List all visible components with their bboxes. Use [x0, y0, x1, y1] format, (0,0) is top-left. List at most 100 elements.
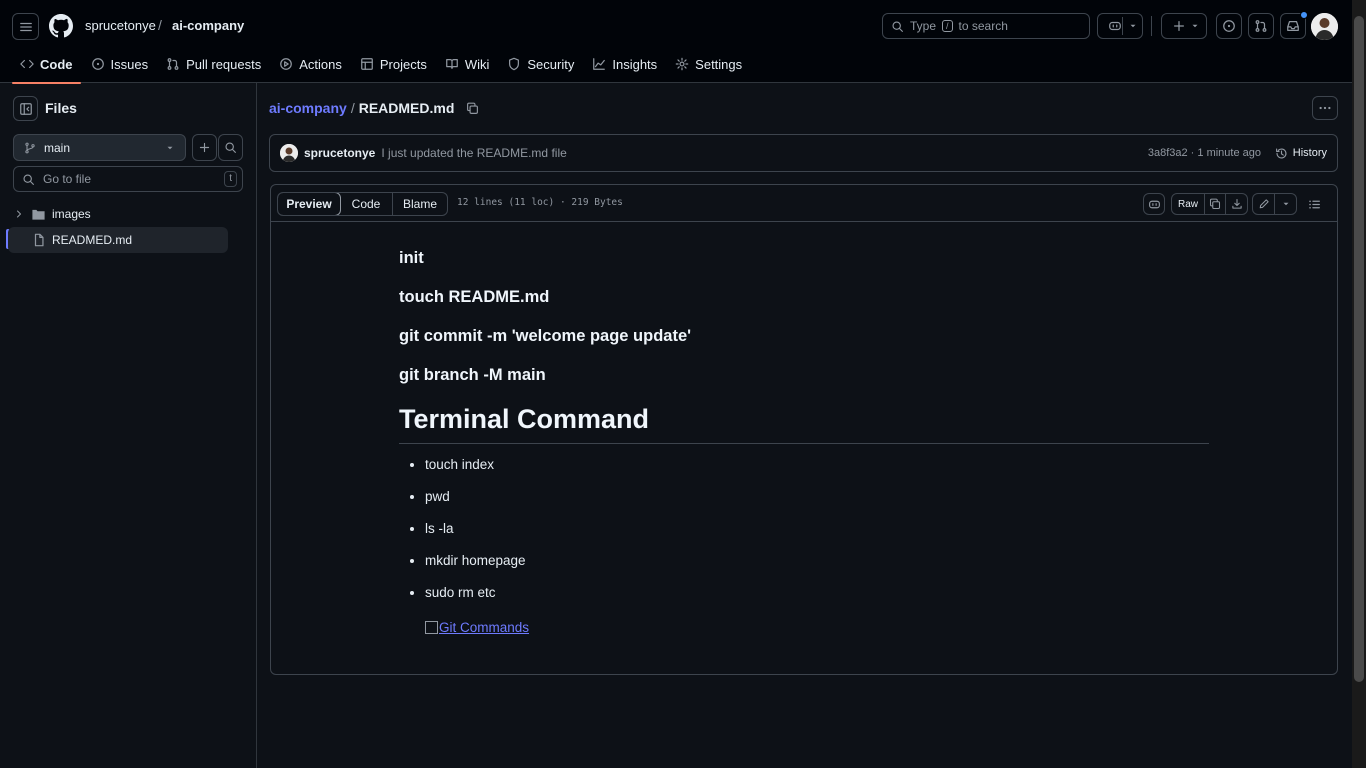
list-item: ls -la: [425, 521, 526, 553]
chevron-down-icon: [1192, 24, 1198, 28]
tab-label: Wiki: [464, 56, 490, 72]
file-path-breadcrumb: ai-company / READMED.md: [269, 100, 479, 116]
md-heading: git branch -M main: [399, 366, 546, 384]
create-new-button[interactable]: [1161, 13, 1207, 39]
tab-settings[interactable]: Settings: [667, 50, 750, 78]
go-to-file-placeholder: Go to file: [43, 172, 92, 186]
issue-icon: [91, 58, 104, 70]
tab-issues[interactable]: Issues: [83, 50, 157, 78]
tab-label: Issues: [110, 56, 149, 72]
repo-nav: Code Issues Pull requests Actions Projec…: [12, 50, 752, 84]
list-item: mkdir homepage: [425, 553, 526, 585]
sidebar-collapse-icon: [19, 102, 32, 115]
search-files-button[interactable]: [218, 134, 243, 161]
pull-requests-button[interactable]: [1248, 13, 1274, 39]
path-file-name: READMED.md: [358, 100, 455, 116]
tab-blame[interactable]: Blame: [392, 193, 447, 215]
path-repo-link[interactable]: ai-company: [269, 100, 347, 116]
search-icon: [892, 20, 903, 32]
history-label: History: [1292, 147, 1327, 159]
outline-button[interactable]: [1303, 193, 1325, 215]
go-to-file-input[interactable]: Go to file t: [13, 166, 243, 192]
tab-code-view[interactable]: Code: [340, 193, 392, 215]
commit-author-avatar[interactable]: [280, 144, 298, 162]
md-title: Terminal Command: [399, 404, 650, 434]
scrollbar-thumb[interactable]: [1354, 16, 1364, 682]
github-logo-icon[interactable]: [49, 14, 73, 38]
tree-item-file[interactable]: READMED.md: [8, 227, 228, 253]
list-item: touch index: [425, 457, 526, 489]
user-avatar[interactable]: [1311, 13, 1338, 40]
edit-actions-group: [1252, 193, 1297, 215]
history-icon: [1275, 147, 1287, 159]
copilot-ask-button[interactable]: [1143, 193, 1165, 215]
tab-actions[interactable]: Actions: [271, 50, 350, 78]
global-header: sprucetonye / ai-company Type / to searc…: [0, 0, 1352, 84]
tab-label: Projects: [379, 56, 427, 72]
issues-button[interactable]: [1216, 13, 1242, 39]
copilot-button[interactable]: [1097, 13, 1143, 39]
download-icon: [1231, 198, 1242, 209]
tab-insights[interactable]: Insights: [584, 50, 665, 78]
md-heading: git commit -m 'welcome page update': [399, 327, 692, 345]
add-file-button[interactable]: [192, 134, 217, 161]
git-branch-icon: [25, 142, 35, 153]
git-commands-image-link[interactable]: Git Commands: [425, 620, 529, 635]
list-unordered-icon: [1308, 199, 1320, 209]
history-button[interactable]: History: [1275, 147, 1327, 160]
file-toolbar: Preview Code Blame 12 lines (11 loc) · 2…: [271, 185, 1337, 222]
search-placeholder-start: Type: [910, 19, 937, 33]
tab-label: Code: [40, 56, 73, 72]
avatar-image: [1311, 13, 1338, 40]
file-stats: 12 lines (11 loc) · 219 Bytes: [457, 197, 623, 208]
broken-image-icon: [425, 621, 438, 634]
avatar-image: [280, 144, 298, 162]
breadcrumb-separator: /: [158, 17, 162, 33]
inbox-button[interactable]: [1280, 11, 1308, 39]
play-icon: [280, 58, 293, 70]
chevron-right-icon[interactable]: [13, 208, 25, 220]
pull-request-icon: [167, 58, 179, 70]
copy-raw-button[interactable]: [1205, 194, 1226, 214]
md-list: touch index pwd ls -la mkdir homepage su…: [425, 457, 526, 617]
tab-code[interactable]: Code: [12, 50, 81, 84]
commit-author[interactable]: sprucetonye: [304, 146, 375, 160]
branch-selector[interactable]: main: [13, 134, 186, 161]
file-tree-sidebar: Files main Go to file t images READMED.m…: [0, 83, 257, 768]
commit-meta[interactable]: 3a8f3a2 · 1 minute ago: [1148, 147, 1261, 159]
copy-icon[interactable]: [466, 102, 479, 115]
pencil-icon: [1259, 199, 1269, 209]
chevron-down-icon: [167, 146, 173, 149]
download-button[interactable]: [1226, 194, 1247, 214]
file-viewer: Preview Code Blame 12 lines (11 loc) · 2…: [270, 184, 1338, 675]
more-options-button[interactable]: [1312, 96, 1338, 120]
inbox-icon: [1287, 21, 1299, 31]
tab-label: Actions: [299, 56, 342, 72]
view-mode-switch: Preview Code Blame: [277, 192, 448, 216]
menu-button[interactable]: [12, 13, 39, 40]
commit-message[interactable]: I just updated the README.md file: [381, 146, 566, 160]
hamburger-icon: [19, 22, 32, 31]
path-separator: /: [350, 100, 355, 116]
tab-wiki[interactable]: Wiki: [437, 50, 498, 78]
tab-security[interactable]: Security: [499, 50, 582, 78]
tab-projects[interactable]: Projects: [352, 50, 435, 78]
search-input[interactable]: Type / to search: [882, 13, 1090, 39]
copilot-icon: [1148, 200, 1160, 208]
tab-preview[interactable]: Preview: [278, 193, 341, 215]
page-scrollbar[interactable]: [1352, 0, 1366, 768]
repo-link[interactable]: ai-company: [172, 18, 244, 33]
owner-link[interactable]: sprucetonye: [85, 18, 156, 33]
raw-button[interactable]: Raw: [1172, 194, 1205, 214]
tab-label: Settings: [695, 56, 743, 72]
gear-icon: [675, 57, 689, 71]
tree-item-folder[interactable]: images: [8, 201, 228, 227]
table-icon: [361, 58, 373, 70]
tree-item-label: images: [52, 207, 91, 221]
tab-pull-requests[interactable]: Pull requests: [158, 50, 269, 78]
search-icon: [23, 173, 34, 185]
edit-button[interactable]: [1253, 194, 1275, 214]
collapse-sidebar-button[interactable]: [13, 96, 38, 121]
edit-dropdown-button[interactable]: [1275, 194, 1296, 214]
tab-label: Insights: [612, 56, 658, 72]
